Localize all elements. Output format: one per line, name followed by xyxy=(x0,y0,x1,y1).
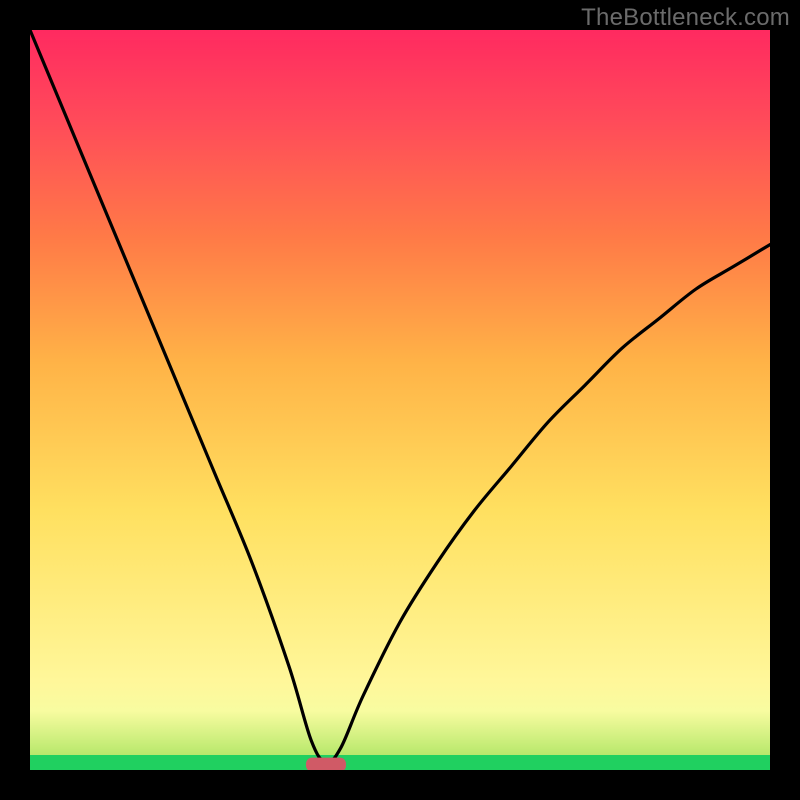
watermark-text: TheBottleneck.com xyxy=(581,4,790,32)
curve-path xyxy=(30,30,770,763)
plot-area xyxy=(30,30,770,770)
curve-layer xyxy=(30,30,770,770)
chart-frame: TheBottleneck.com xyxy=(0,0,800,800)
bottleneck-curve xyxy=(30,30,770,763)
minimum-marker xyxy=(306,758,346,770)
